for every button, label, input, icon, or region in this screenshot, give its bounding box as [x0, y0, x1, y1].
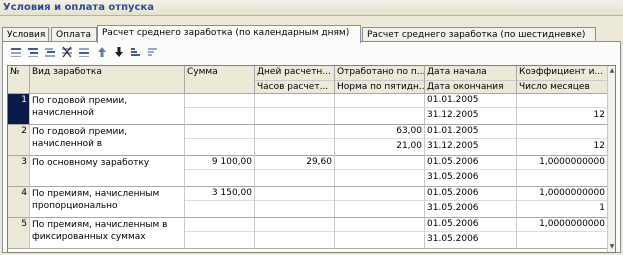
window-title-bar: Условия и оплата отпуска	[0, 0, 623, 16]
sort-asc-icon[interactable]	[129, 45, 143, 59]
table-row[interactable]: 1 По годовой премии, начисленной 01.01.2…	[8, 94, 615, 125]
dates-cell[interactable]: 01.05.2006 31.05.2006	[425, 218, 517, 249]
row-number[interactable]: 5	[8, 218, 30, 249]
table-row[interactable]: 5 По премиям, начисленным в фиксированны…	[8, 218, 615, 249]
worked-norm-cell[interactable]: 63,00 21,00	[335, 125, 425, 156]
row-number[interactable]: 2	[8, 125, 30, 156]
add-child-row-icon[interactable]	[26, 45, 40, 59]
tab-avg-earnings-six-day[interactable]: Расчет среднего заработка (по шестидневк…	[362, 27, 596, 42]
earning-type-cell[interactable]: По основному заработку	[30, 156, 185, 187]
coefficient-months-cell[interactable]: 1,0000000000 1	[517, 187, 608, 218]
add-row-icon[interactable]	[9, 45, 23, 59]
column-header-dates[interactable]: Дата начала Дата окончания	[425, 66, 517, 94]
earning-type-cell[interactable]: По премиям, начисленным в фиксированных …	[30, 218, 185, 249]
coefficient-months-cell[interactable]: 12	[517, 125, 608, 156]
column-header-number[interactable]: №	[8, 66, 30, 94]
sort-desc-icon[interactable]	[146, 45, 160, 59]
earnings-table: № Вид заработка Сумма Дней расчетн... Ча…	[7, 65, 616, 253]
sum-cell[interactable]	[185, 218, 255, 249]
dates-cell[interactable]: 01.05.2006 31.05.2006	[425, 187, 517, 218]
sum-cell[interactable]: 3 150,00	[185, 187, 255, 218]
days-hours-cell[interactable]	[255, 94, 335, 125]
edit-row-icon[interactable]	[77, 45, 91, 59]
days-hours-cell[interactable]	[255, 187, 335, 218]
worked-norm-cell[interactable]	[335, 94, 425, 125]
copy-row-icon[interactable]	[43, 45, 57, 59]
days-hours-cell[interactable]	[255, 218, 335, 249]
table-row[interactable]: 3 По основному заработку 9 100,00 29,60 …	[8, 156, 615, 187]
row-number[interactable]: 4	[8, 187, 30, 218]
worked-norm-cell[interactable]	[335, 156, 425, 187]
column-header-worked-norm[interactable]: Отработано по п... Норма по пятидн...	[335, 66, 425, 94]
move-down-icon[interactable]	[112, 45, 126, 59]
tab-payment[interactable]: Оплата	[51, 27, 97, 42]
table-row[interactable]: 2 По годовой премии, начисленной в 63,00…	[8, 125, 615, 156]
sum-cell[interactable]	[185, 94, 255, 125]
days-hours-cell[interactable]	[255, 125, 335, 156]
column-header-days-hours[interactable]: Дней расчетн... Часов расчет...	[255, 66, 335, 94]
sum-cell[interactable]: 9 100,00	[185, 156, 255, 187]
column-header-coefficient-months[interactable]: Коэффициент и... Число месяцев	[517, 66, 608, 94]
row-number[interactable]: 3	[8, 156, 30, 187]
worked-norm-cell[interactable]	[335, 187, 425, 218]
move-up-icon[interactable]	[95, 45, 109, 59]
tab-conditions[interactable]: Условия	[2, 27, 49, 42]
scroll-down-icon[interactable]: ▼	[608, 243, 615, 251]
tab-strip: Условия Оплата Расчет среднего заработка…	[2, 25, 621, 43]
dates-cell[interactable]: 01.01.2005 31.12.2005	[425, 125, 517, 156]
sum-cell[interactable]	[185, 125, 255, 156]
scroll-up-icon[interactable]: ▲	[608, 67, 615, 75]
tab-avg-earnings-calendar[interactable]: Расчет среднего заработка (по календарны…	[97, 25, 361, 43]
earning-type-cell[interactable]: По годовой премии, начисленной в	[30, 125, 185, 156]
coefficient-months-cell[interactable]: 1,0000000000	[517, 156, 608, 187]
days-hours-cell[interactable]: 29,60	[255, 156, 335, 187]
vertical-scrollbar[interactable]: ▲ ▼	[607, 66, 615, 252]
column-header-earning-type[interactable]: Вид заработка	[30, 66, 185, 94]
coefficient-months-cell[interactable]: 12	[517, 94, 608, 125]
tab-panel: № Вид заработка Сумма Дней расчетн... Ча…	[2, 41, 621, 253]
dates-cell[interactable]: 01.01.2005 31.12.2005	[425, 94, 517, 125]
earning-type-cell[interactable]: По годовой премии, начисленной	[30, 94, 185, 125]
table-row[interactable]: 4 По премиям, начисленным пропорциональн…	[8, 187, 615, 218]
delete-row-icon[interactable]	[60, 45, 74, 59]
coefficient-months-cell[interactable]: 1,0000000000	[517, 218, 608, 249]
earning-type-cell[interactable]: По премиям, начисленным пропорционально	[30, 187, 185, 218]
row-number[interactable]: 1	[8, 94, 30, 125]
window-title: Условия и оплата отпуска	[3, 2, 154, 13]
column-header-sum[interactable]: Сумма	[185, 66, 255, 94]
worked-norm-cell[interactable]	[335, 218, 425, 249]
dates-cell[interactable]: 01.05.2006 31.05.2006	[425, 156, 517, 187]
